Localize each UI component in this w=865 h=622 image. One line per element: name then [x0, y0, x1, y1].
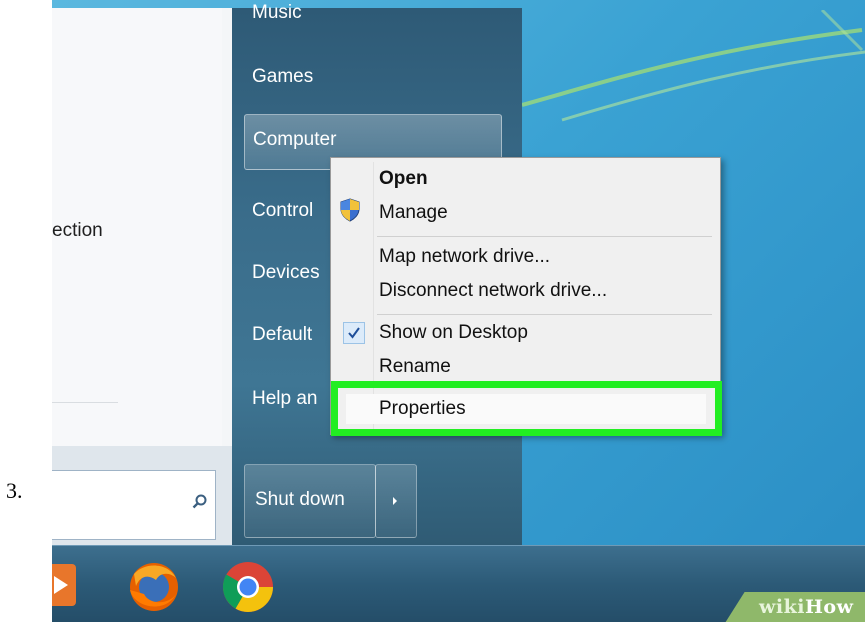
ctx-show-on-desktop[interactable]: Show on Desktop: [379, 322, 528, 344]
taskbar: wikiHow: [52, 545, 865, 622]
context-menu-separator: [377, 314, 712, 315]
chevron-right-icon: [393, 497, 397, 505]
ctx-manage[interactable]: Manage: [379, 202, 448, 224]
menu-item-music[interactable]: Music: [252, 2, 302, 24]
menu-item-computer-label: Computer: [253, 129, 337, 150]
firefox-icon[interactable]: [126, 560, 182, 614]
start-menu-left-panel: ection: [52, 8, 232, 546]
menu-item-default-programs[interactable]: Default: [252, 324, 312, 346]
ctx-disconnect-network-drive[interactable]: Disconnect network drive...: [379, 280, 607, 302]
shutdown-options-button[interactable]: [375, 464, 417, 538]
connection-item-label[interactable]: ection: [52, 220, 103, 242]
menu-item-devices[interactable]: Devices: [252, 262, 320, 284]
menu-item-control-panel[interactable]: Control: [252, 200, 313, 222]
search-icon: [192, 494, 207, 509]
divider: [52, 402, 118, 403]
shutdown-label: Shut down: [255, 489, 345, 510]
watermark-prefix: wiki: [759, 596, 805, 618]
wallpaper-streaks: [522, 10, 865, 122]
watermark-suffix: How: [804, 596, 854, 618]
context-menu: Open Manage Map network drive... Disconn…: [330, 157, 722, 436]
wikihow-watermark: wikiHow: [725, 592, 865, 622]
ctx-rename[interactable]: Rename: [379, 356, 451, 378]
properties-highlight-box: [331, 381, 722, 436]
shutdown-button[interactable]: Shut down: [244, 464, 376, 538]
ctx-open[interactable]: Open: [379, 168, 428, 190]
ctx-map-network-drive[interactable]: Map network drive...: [379, 246, 550, 268]
media-player-icon[interactable]: [52, 560, 80, 610]
context-menu-separator: [377, 236, 712, 237]
checkmark-icon: [343, 322, 365, 344]
chrome-icon[interactable]: [220, 560, 276, 614]
windows-desktop: ection Music Games Computer Control Devi…: [52, 0, 865, 622]
step-number: 3.: [6, 478, 23, 503]
menu-item-games[interactable]: Games: [252, 66, 313, 88]
menu-item-help[interactable]: Help an: [252, 388, 318, 410]
uac-shield-icon: [340, 198, 360, 222]
